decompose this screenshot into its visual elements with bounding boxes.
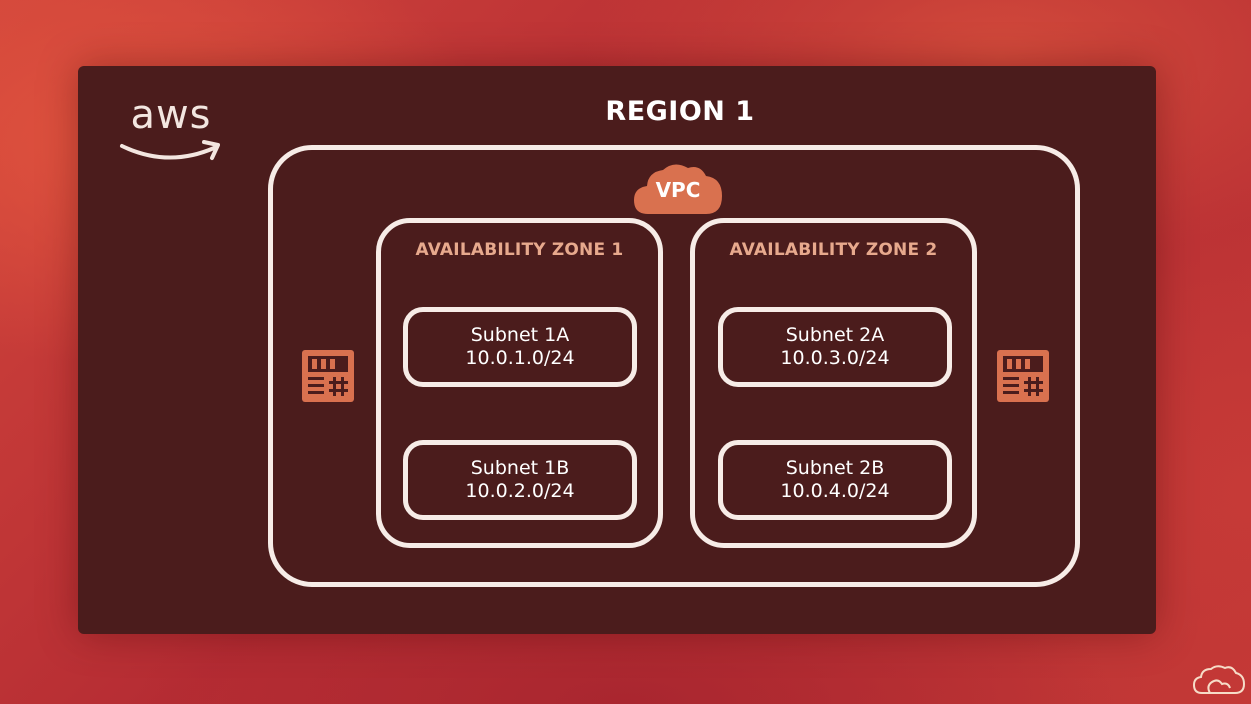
- subnet-cidr: 10.0.4.0/24: [780, 480, 890, 502]
- subnet-1b: Subnet 1B 10.0.2.0/24: [403, 440, 637, 520]
- vpc-label: VPC: [655, 178, 701, 202]
- subnet-name: Subnet 2A: [785, 324, 885, 346]
- router-icon: [302, 350, 354, 402]
- aws-logo: aws: [118, 92, 224, 168]
- subnet-name: Subnet 1B: [470, 457, 570, 479]
- subnet-cidr: 10.0.1.0/24: [465, 347, 575, 369]
- subnet-2b: Subnet 2B 10.0.4.0/24: [718, 440, 952, 520]
- cloud-brand-icon: [1192, 665, 1246, 694]
- subnet-2a: Subnet 2A 10.0.3.0/24: [718, 307, 952, 387]
- aws-smile-icon: [120, 140, 220, 160]
- subnet-name: Subnet 1A: [470, 324, 570, 346]
- region-title: REGION 1: [605, 96, 755, 127]
- subnet-1a: Subnet 1A 10.0.1.0/24: [403, 307, 637, 387]
- availability-zone-2-title: AVAILABILITY ZONE 2: [729, 240, 938, 260]
- subnet-cidr: 10.0.2.0/24: [465, 480, 575, 502]
- subnet-cidr: 10.0.3.0/24: [780, 347, 890, 369]
- router-icon: [997, 350, 1049, 402]
- availability-zone-1-title: AVAILABILITY ZONE 1: [415, 240, 624, 260]
- subnet-name: Subnet 2B: [785, 457, 885, 479]
